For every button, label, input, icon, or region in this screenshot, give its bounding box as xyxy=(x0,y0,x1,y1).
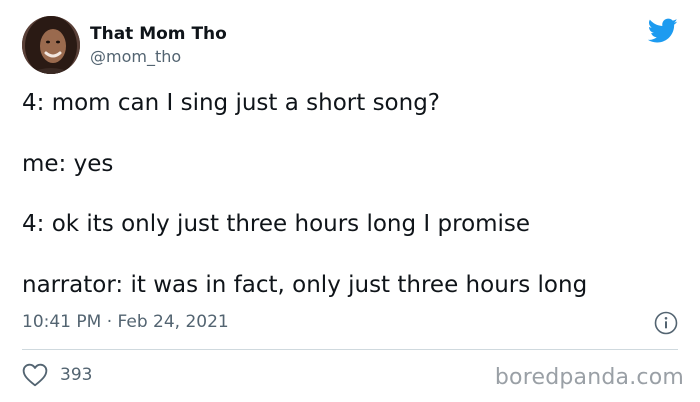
author-handle[interactable]: @mom_tho xyxy=(90,46,227,68)
tweet-line: narrator: it was in fact, only just thre… xyxy=(22,272,588,298)
tweet-line: 4: mom can I sing just a short song? xyxy=(22,90,441,116)
twitter-bird-icon[interactable] xyxy=(648,18,678,44)
avatar-photo xyxy=(22,16,80,74)
tweet-line: me: yes xyxy=(22,151,114,177)
like-action[interactable]: 393 xyxy=(22,362,92,388)
tweet-timestamp[interactable]: 10:41 PM · Feb 24, 2021 xyxy=(22,310,229,334)
info-icon[interactable] xyxy=(654,311,678,335)
watermark: boredpanda.com xyxy=(494,365,684,390)
avatar[interactable] xyxy=(22,16,80,74)
author-display-name[interactable]: That Mom Tho xyxy=(90,23,227,45)
like-count: 393 xyxy=(60,365,93,385)
divider xyxy=(22,349,678,350)
tweet-header: That Mom Tho @mom_tho xyxy=(22,14,227,76)
tweet-card: That Mom Tho @mom_tho 4: mom can I sing … xyxy=(0,0,700,402)
heart-icon[interactable] xyxy=(22,363,48,387)
tweet-line: 4: ok its only just three hours long I p… xyxy=(22,211,531,237)
author-names: That Mom Tho @mom_tho xyxy=(90,23,227,68)
